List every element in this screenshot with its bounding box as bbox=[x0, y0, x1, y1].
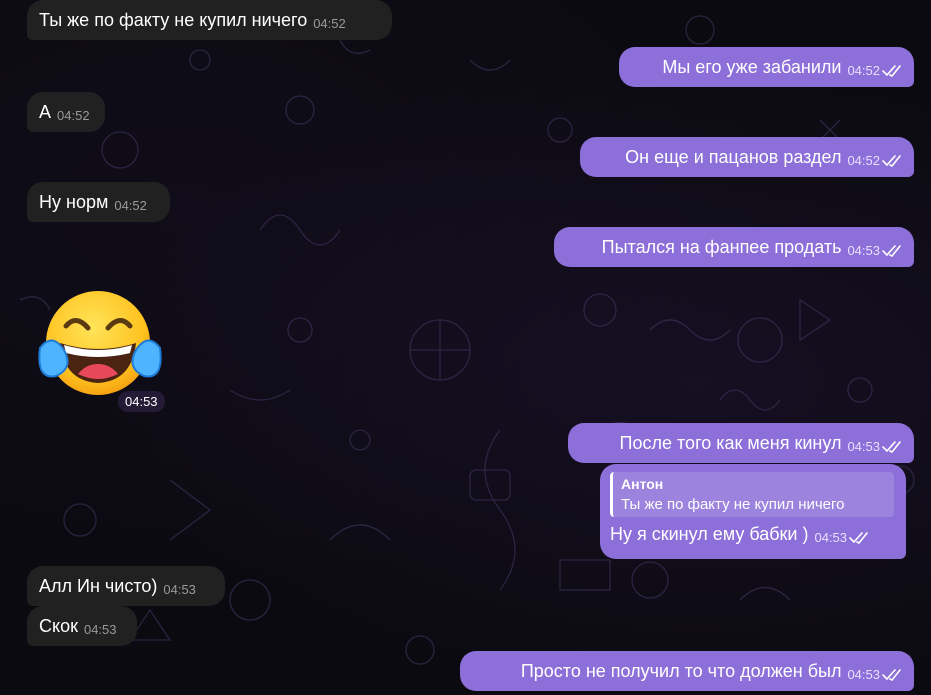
double-check-icon bbox=[882, 154, 901, 167]
message-time: 04:53 bbox=[163, 582, 196, 597]
message-incoming[interactable]: Ты же по факту не купил ничего 04:52 bbox=[27, 0, 392, 40]
double-check-icon bbox=[882, 668, 901, 681]
message-text: А bbox=[39, 101, 52, 122]
message-time: 04:52 bbox=[847, 63, 880, 78]
reply-text: Ты же по факту не купил ничего bbox=[621, 496, 845, 513]
message-text: Ну норм bbox=[39, 191, 109, 212]
message-incoming[interactable]: Скок 04:53 bbox=[27, 606, 137, 646]
message-time: 04:52 bbox=[847, 153, 880, 168]
message-outgoing[interactable]: Пытался на фанпее продать 04:53 bbox=[554, 227, 914, 267]
double-check-icon bbox=[882, 440, 901, 453]
double-check-icon bbox=[882, 244, 901, 257]
message-incoming[interactable]: Алл Ин чисто) 04:53 bbox=[27, 566, 225, 606]
message-text: Просто не получил то что должен был bbox=[520, 660, 842, 681]
laughing-tears-emoji-icon[interactable] bbox=[38, 288, 162, 398]
message-time: 04:53 bbox=[83, 622, 117, 637]
message-time: 04:52 bbox=[114, 198, 147, 213]
message-time: 04:53 bbox=[847, 243, 880, 258]
double-check-icon bbox=[849, 531, 868, 544]
message-outgoing[interactable]: Просто не получил то что должен был 04:5… bbox=[460, 651, 914, 691]
message-time: 04:53 bbox=[847, 439, 880, 454]
message-text: Скок bbox=[39, 615, 78, 636]
reply-quote[interactable]: Антон Ты же по факту не купил ничего bbox=[610, 472, 894, 517]
message-time: 04:52 bbox=[57, 108, 90, 123]
message-text: Он еще и пацанов раздел bbox=[625, 146, 842, 167]
sticker-time: 04:53 bbox=[118, 391, 165, 412]
message-text: Алл Ин чисто) bbox=[39, 575, 158, 596]
message-text: После того как меня кинул bbox=[619, 432, 842, 453]
message-outgoing[interactable]: Мы его уже забанили 04:52 bbox=[619, 47, 914, 87]
message-text: Ну я скинул ему бабки ) bbox=[610, 523, 809, 544]
reply-author: Антон bbox=[621, 476, 664, 492]
message-outgoing-reply[interactable]: Антон Ты же по факту не купил ничего Ну … bbox=[600, 464, 906, 559]
message-time: 04:53 bbox=[814, 530, 848, 545]
message-text: Ты же по факту не купил ничего bbox=[39, 9, 308, 30]
message-time: 04:53 bbox=[847, 667, 880, 682]
message-incoming[interactable]: Ну норм 04:52 bbox=[27, 182, 170, 222]
message-outgoing[interactable]: Он еще и пацанов раздел 04:52 bbox=[580, 137, 914, 177]
double-check-icon bbox=[882, 64, 901, 77]
message-text: Пытался на фанпее продать bbox=[601, 236, 842, 257]
message-outgoing[interactable]: После того как меня кинул 04:53 bbox=[568, 423, 914, 463]
message-incoming[interactable]: А 04:52 bbox=[27, 92, 105, 132]
message-text: Мы его уже забанили bbox=[662, 56, 842, 77]
message-time: 04:52 bbox=[313, 16, 346, 31]
chat-window: Ты же по факту не купил ничего 04:52 Мы … bbox=[0, 0, 931, 695]
